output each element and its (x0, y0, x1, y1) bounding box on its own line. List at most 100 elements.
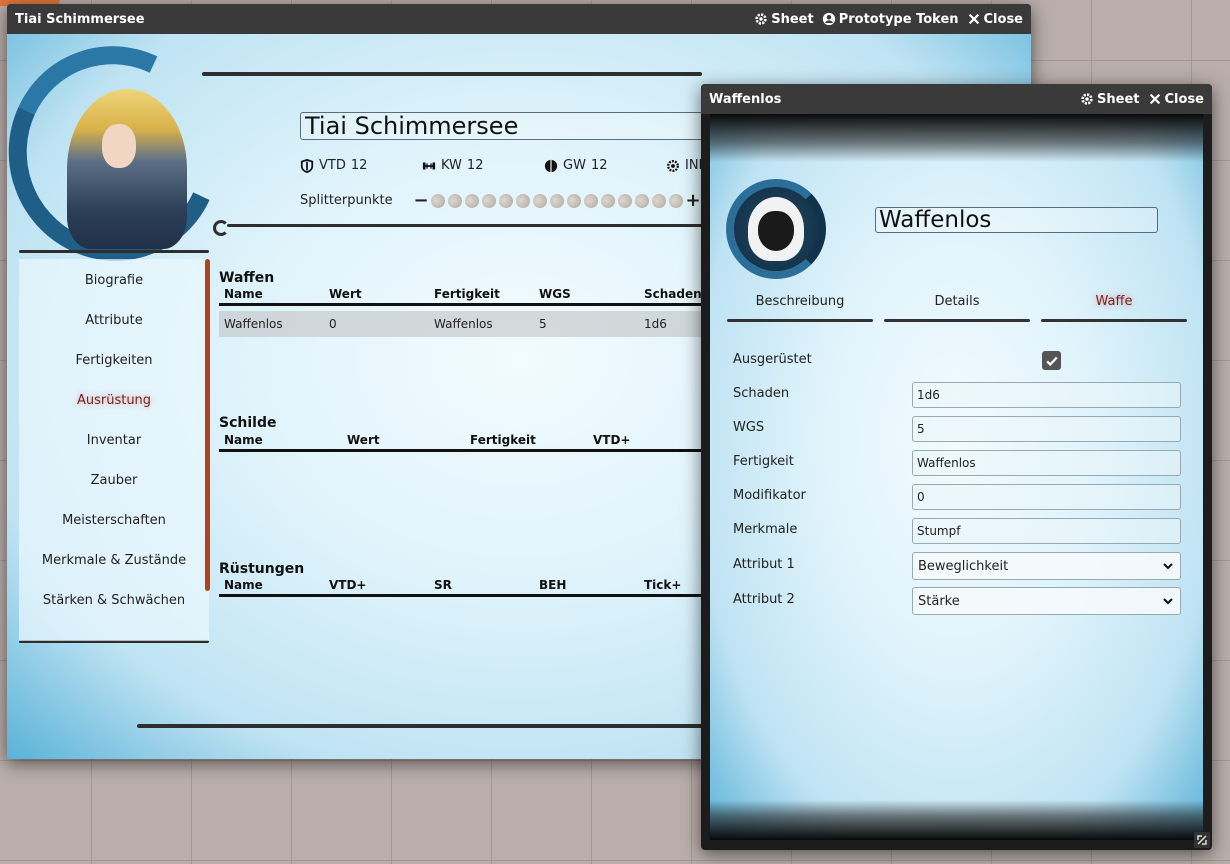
damage-label: Schaden (733, 386, 790, 401)
user-circle-icon (822, 12, 835, 26)
close-label: Close (983, 11, 1023, 27)
attribute-2-value: Stärke (918, 593, 960, 609)
splitter-label: Splitterpunkte (300, 193, 393, 208)
tab-details[interactable]: Details (882, 294, 1032, 309)
hooded-figure-icon (758, 211, 794, 251)
sheet-navigation: Biografie Attribute Fertigkeiten Ausrüst… (19, 259, 209, 641)
skill-field[interactable] (912, 450, 1181, 476)
character-name-input[interactable]: Tiai Schimmersee (300, 112, 720, 140)
stat-vtd-value: 12 (350, 158, 368, 173)
attribute-2-select[interactable]: Stärke (912, 587, 1181, 615)
equipped-label: Ausgerüstet (733, 352, 812, 367)
cell-value: 0 (329, 317, 337, 331)
splitter-points: Splitterpunkte − + (300, 190, 701, 211)
header-divider (227, 224, 707, 227)
col-header: Schaden (644, 287, 702, 301)
stat-ini-label: INI (685, 158, 703, 173)
attribute-1-value: Beweglichkeit (918, 558, 1009, 574)
splitter-pip[interactable] (618, 193, 632, 208)
stat-vtd: VTD 12 (300, 158, 422, 173)
brain-icon (544, 159, 558, 172)
close-icon (968, 13, 979, 25)
cell-damage: 1d6 (644, 317, 667, 331)
checkmark-icon (1045, 356, 1058, 366)
splitter-pip[interactable] (482, 193, 496, 208)
weapons-table-header: Name Wert Fertigkeit WGS Schaden (219, 286, 709, 306)
wgs-label: WGS (733, 420, 765, 435)
nav-item-fertigkeiten[interactable]: Fertigkeiten (19, 353, 209, 368)
item-sheet-titlebar[interactable]: Waffenlos Sheet Close (701, 84, 1212, 114)
splitter-pip[interactable] (533, 193, 547, 208)
splitter-pip[interactable] (635, 193, 649, 208)
sheet-button-label: Sheet (771, 11, 814, 27)
close-button[interactable]: Close (967, 12, 1023, 27)
cell-name: Waffenlos (224, 317, 283, 331)
item-sheet-window: Waffenlos Sheet Close Waffenlos Beschrei… (701, 84, 1212, 850)
stat-vtd-label: VTD (319, 158, 346, 173)
col-header: SR (434, 578, 452, 592)
col-header: Name (224, 433, 263, 447)
stat-gw: GW 12 (544, 158, 666, 173)
col-header: Fertigkeit (434, 287, 500, 301)
splitter-pip[interactable] (448, 193, 462, 208)
splitter-pip[interactable] (550, 193, 564, 208)
splitter-pip[interactable] (601, 193, 615, 208)
character-sheet-titlebar[interactable]: Tiai Schimmersee Sheet Prototype Token C… (7, 4, 1031, 34)
sheet-button[interactable]: Sheet (1080, 92, 1140, 107)
dumbbell-icon (422, 162, 436, 169)
attribute-1-select[interactable]: Beweglichkeit (912, 552, 1181, 580)
character-portrait[interactable] (67, 89, 187, 249)
splitter-pip[interactable] (516, 193, 530, 208)
stat-kw-value: 12 (466, 158, 484, 173)
prototype-token-button[interactable]: Prototype Token (822, 12, 959, 27)
stat-kw: KW 12 (422, 158, 544, 173)
window-title: Tiai Schimmersee (15, 11, 145, 27)
sheet-button[interactable]: Sheet (754, 11, 814, 27)
col-header: Name (224, 578, 263, 592)
shields-title: Schilde (219, 415, 277, 431)
splitter-decrease-button[interactable]: − (413, 190, 429, 211)
cell-skill: Waffenlos (434, 317, 493, 331)
nav-item-zauber[interactable]: Zauber (19, 473, 209, 488)
attribute-2-label: Attribut 2 (733, 592, 795, 607)
nav-scrollbar[interactable] (205, 259, 210, 591)
resize-handle[interactable] (1194, 832, 1210, 848)
splitter-pip[interactable] (584, 193, 598, 208)
nav-item-merkmale-zustaende[interactable]: Merkmale & Zustände (19, 553, 209, 568)
splitter-increase-button[interactable]: + (685, 190, 701, 211)
splitter-pip[interactable] (465, 193, 479, 208)
splitter-pip[interactable] (499, 193, 513, 208)
tab-beschreibung[interactable]: Beschreibung (725, 294, 875, 309)
modifier-label: Modifikator (733, 488, 806, 503)
nav-item-staerken-schwaechen[interactable]: Stärken & Schwächen (19, 593, 209, 608)
shields-table-header: Name Wert Fertigkeit VTD+ (219, 432, 709, 452)
item-name-input[interactable]: Waffenlos (875, 207, 1158, 233)
traits-label: Merkmale (733, 522, 798, 537)
tab-waffe[interactable]: Waffe (1039, 294, 1189, 309)
nav-item-inventar[interactable]: Inventar (19, 433, 209, 448)
wgs-field[interactable] (912, 416, 1181, 442)
traits-field[interactable] (912, 518, 1181, 544)
armor-table-header: Name VTD+ SR BEH Tick+ (219, 577, 709, 597)
splitter-pip[interactable] (567, 193, 581, 208)
damage-field[interactable] (912, 382, 1181, 408)
gear-icon (755, 13, 767, 25)
equipped-checkbox[interactable] (1042, 351, 1061, 370)
modifier-field[interactable] (912, 484, 1181, 510)
nav-item-meisterschaften[interactable]: Meisterschaften (19, 513, 209, 528)
close-label: Close (1164, 91, 1204, 107)
splitter-pip[interactable] (669, 193, 683, 208)
splitter-pip[interactable] (652, 193, 666, 208)
close-button[interactable]: Close (1148, 92, 1204, 107)
table-row[interactable]: Waffenlos 0 Waffenlos 5 1d6 (219, 311, 709, 337)
armor-title: Rüstungen (219, 561, 305, 577)
nav-item-attribute[interactable]: Attribute (19, 313, 209, 328)
nav-top-ornament (19, 250, 209, 253)
item-top-ornament (710, 114, 1203, 162)
nav-item-biografie[interactable]: Biografie (19, 273, 209, 288)
splitter-pip[interactable] (431, 193, 445, 208)
col-header: Wert (347, 433, 380, 447)
col-header: VTD+ (593, 433, 631, 447)
nav-item-ausruestung[interactable]: Ausrüstung (19, 393, 209, 408)
stat-kw-label: KW (441, 158, 462, 173)
